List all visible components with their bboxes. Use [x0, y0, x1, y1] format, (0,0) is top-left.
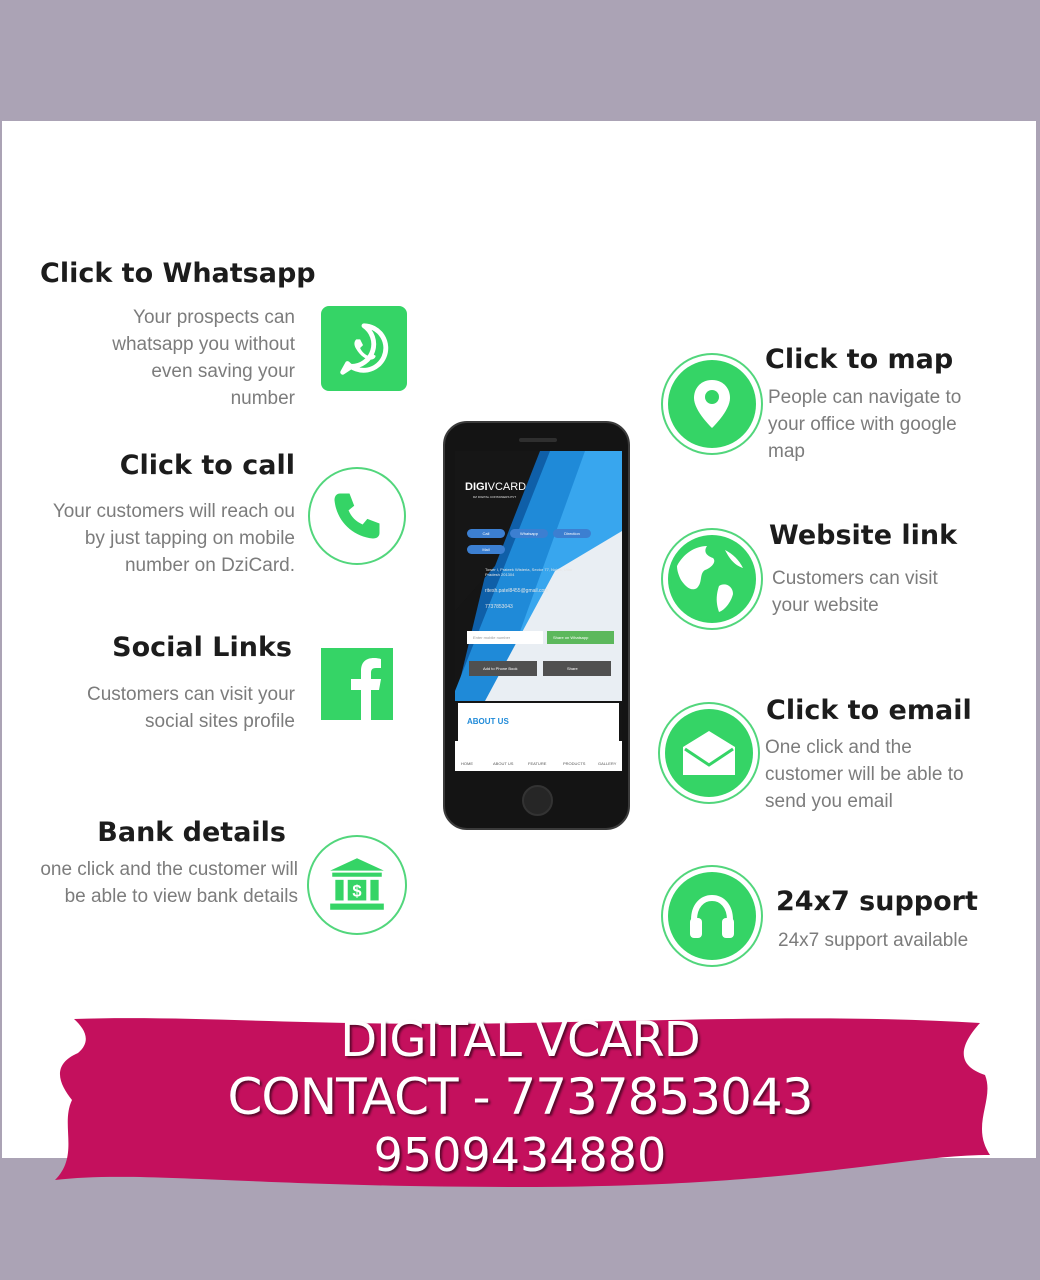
phone-screen: DIGIVCARD DZ DIGITAL CONTAINERS PVT Call… — [455, 451, 622, 771]
bank-icon[interactable]: $ — [307, 835, 407, 935]
screen-tagline: DZ DIGITAL CONTAINERS PVT — [473, 495, 517, 499]
screen-call-button[interactable]: Call — [467, 529, 505, 538]
screen-address: Tower I, Prateek Wisteria, Sector 77, No… — [485, 567, 573, 577]
screen-nav-gallery[interactable]: GALLERY — [598, 761, 616, 766]
screen-mail-button[interactable]: Mail — [467, 545, 505, 554]
banner-contact: CONTACT - 7737853043 — [227, 1068, 813, 1126]
envelope-icon[interactable] — [665, 709, 753, 797]
svg-text:$: $ — [352, 882, 361, 900]
phone-icon[interactable] — [308, 467, 406, 565]
bank-feature-title: Bank details — [97, 817, 286, 848]
screen-nav-products[interactable]: PRODUCTS — [563, 761, 585, 766]
banner-phone-secondary[interactable]: 9509434880 — [0, 1128, 1040, 1182]
screen-bottom-nav — [455, 741, 622, 771]
location-pin-icon[interactable] — [668, 360, 756, 448]
call-feature-title: Click to call — [119, 450, 295, 481]
phone-speaker — [519, 438, 557, 442]
website-feature-desc: Customers can visit your website — [772, 568, 938, 616]
banner-brand: DIGITAL VCARD — [340, 1012, 700, 1068]
bank-feature-desc: one click and the customer will be able … — [40, 859, 298, 907]
phone-home-button — [522, 785, 553, 816]
support-feature-desc: 24x7 support available — [778, 930, 969, 951]
whatsapp-feature-title: Click to Whatsapp — [40, 258, 316, 289]
screen-nav-feature[interactable]: FEATURE — [528, 761, 546, 766]
screen-nav-home[interactable]: HOME — [461, 761, 473, 766]
screen-whatsapp-share-button[interactable]: Share on Whatsapp — [547, 631, 614, 644]
whatsapp-icon[interactable] — [321, 306, 407, 391]
screen-direction-button[interactable]: Direction — [553, 529, 591, 538]
social-feature-desc: Customers can visit your social sites pr… — [86, 684, 295, 732]
call-feature-desc: Your customers will reach ou by just tap… — [52, 501, 295, 576]
headphones-icon[interactable] — [668, 872, 756, 960]
website-feature-title: Website link — [769, 520, 958, 551]
screen-about-heading: ABOUT US — [467, 717, 509, 726]
support-feature-title: 24x7 support — [776, 886, 978, 917]
screen-mobile-input[interactable]: Enter mobile number — [467, 631, 543, 644]
screen-email: ritesh.patel8455@gmail.com — [485, 588, 549, 594]
phone-mockup: DIGIVCARD DZ DIGITAL CONTAINERS PVT Call… — [443, 421, 630, 830]
screen-add-phonebook-button[interactable]: Add to Phone Book — [469, 661, 537, 676]
map-feature-desc: People can navigate to your office with … — [768, 387, 962, 462]
screen-nav-about[interactable]: ABOUT US — [493, 761, 513, 766]
screen-share-button[interactable]: Share — [543, 661, 611, 676]
map-feature-title: Click to map — [765, 344, 954, 375]
whatsapp-feature-desc: Your prospects can whatsapp you without … — [112, 307, 295, 409]
screen-logo: DIGIVCARD — [465, 481, 527, 493]
social-feature-title: Social Links — [112, 632, 292, 663]
facebook-icon[interactable] — [321, 648, 393, 720]
globe-icon[interactable] — [668, 535, 756, 623]
email-feature-title: Click to email — [766, 695, 972, 726]
email-feature-desc: One click and the customer will be able … — [765, 737, 964, 812]
screen-phone: 7737853043 — [485, 604, 513, 610]
screen-whatsapp-button[interactable]: Whatsapp — [510, 529, 548, 538]
